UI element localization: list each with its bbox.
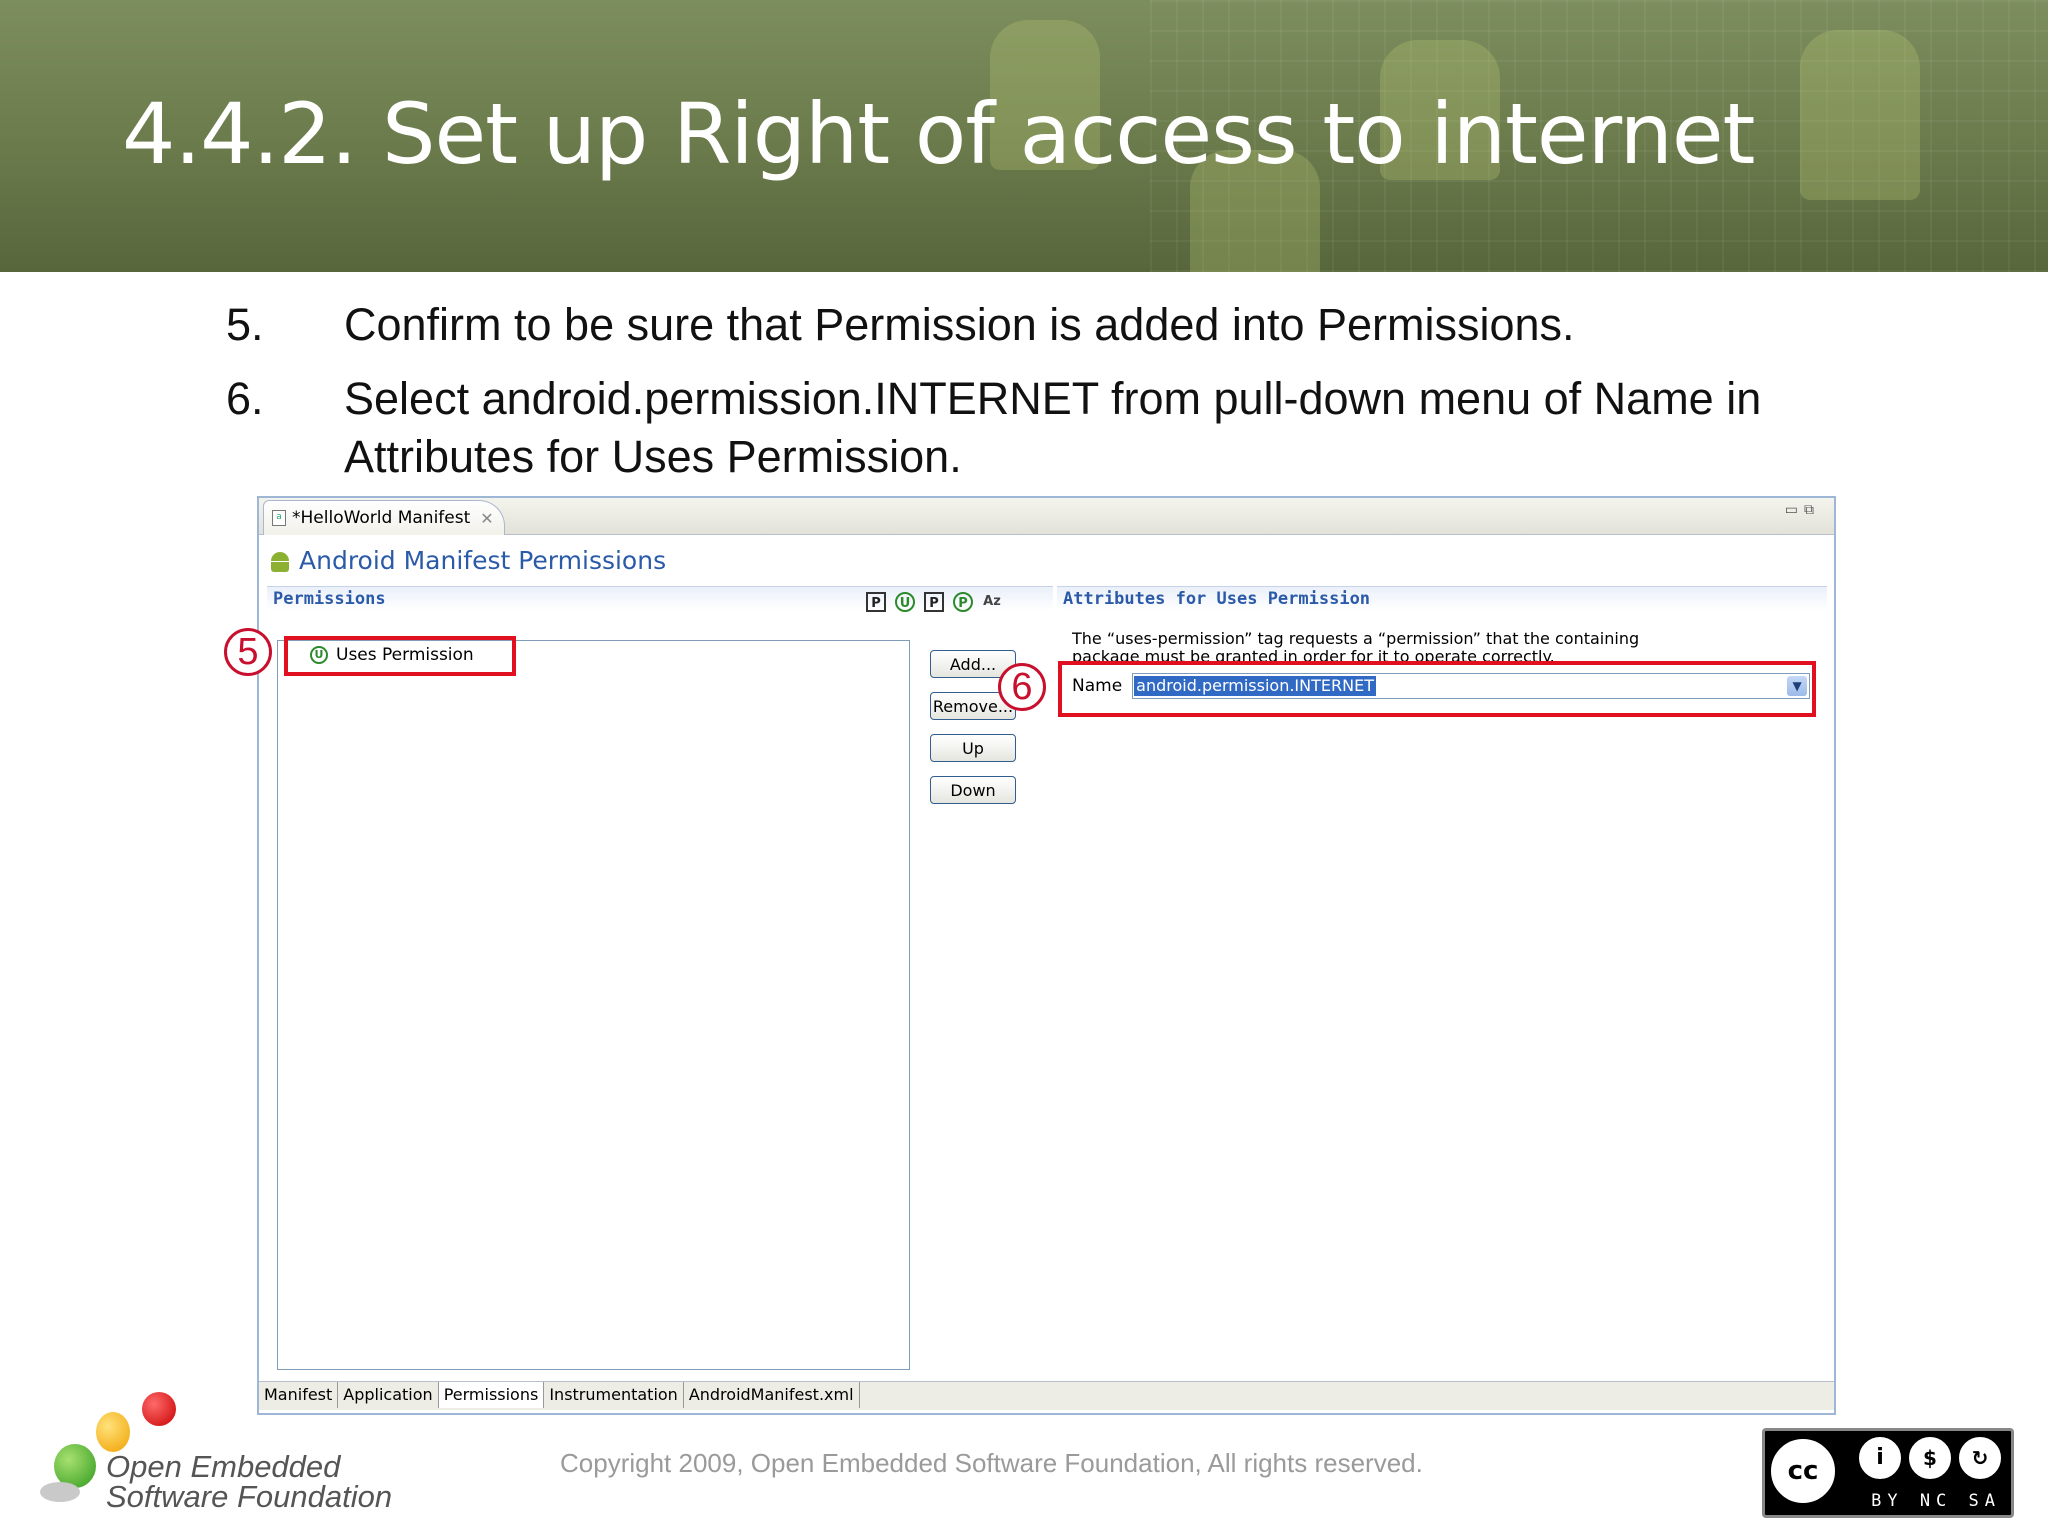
- tab-android-manifest-xml[interactable]: AndroidManifest.xml: [684, 1382, 860, 1408]
- manifest-editor-window: a *HelloWorld Manifest ✕ ▭⧉ Android Mani…: [257, 496, 1836, 1415]
- add-permission-tree-icon[interactable]: P: [953, 592, 973, 612]
- page-header: Android Manifest Permissions: [269, 546, 666, 575]
- attribution-icon: i: [1859, 1437, 1901, 1479]
- sort-az-icon[interactable]: Az: [982, 592, 1002, 612]
- step-list: 5. Confirm to be sure that Permission is…: [226, 296, 1826, 502]
- title-banner: 4.4.2. Set up Right of access to interne…: [0, 0, 2048, 272]
- editor-tab-title: *HelloWorld Manifest: [292, 508, 471, 528]
- attributes-section-header: Attributes for Uses Permission: [1057, 586, 1827, 611]
- tab-permissions[interactable]: Permissions: [438, 1382, 545, 1408]
- cc-license-badge: cc i $ ↻ BY NC SA: [1762, 1428, 2014, 1518]
- highlight-uses-permission: [284, 636, 516, 676]
- window-controls: ▭⧉: [1785, 502, 1820, 518]
- noncommercial-icon: $: [1909, 1437, 1951, 1479]
- highlight-name-field: [1058, 661, 1816, 717]
- editor-tab[interactable]: a *HelloWorld Manifest ✕: [263, 500, 505, 535]
- attributes-description: The “uses-permission” tag requests a “pe…: [1072, 630, 1640, 664]
- step-text: Select android.permission.INTERNET from …: [344, 373, 1762, 482]
- down-button[interactable]: Down: [930, 776, 1016, 804]
- callout-step-6: 6: [998, 663, 1046, 711]
- banner-android-decoration: [1800, 30, 1920, 200]
- page-title: Android Manifest Permissions: [299, 546, 667, 575]
- step-number: 6.: [226, 373, 264, 424]
- step-number: 5.: [226, 299, 264, 350]
- editor-page-tabs: Manifest Application Permissions Instrum…: [259, 1381, 1834, 1410]
- step-item: 5. Confirm to be sure that Permission is…: [226, 296, 1826, 354]
- permissions-toolbar: P U P P Az: [866, 592, 1002, 612]
- sharealike-icon: ↻: [1959, 1437, 2001, 1479]
- close-icon[interactable]: ✕: [480, 509, 493, 528]
- up-button[interactable]: Up: [930, 734, 1016, 762]
- add-permission-group-icon[interactable]: P: [924, 592, 944, 612]
- cc-icon: cc: [1771, 1439, 1835, 1503]
- callout-step-5: 5: [224, 628, 272, 676]
- editor-tab-bar: a *HelloWorld Manifest ✕ ▭⧉: [259, 498, 1834, 535]
- add-uses-permission-icon[interactable]: U: [895, 592, 915, 612]
- android-icon: [269, 550, 291, 572]
- step-item: 6. Select android.permission.INTERNET fr…: [226, 370, 1826, 486]
- logo-text: Open Embedded Software Foundation: [106, 1449, 393, 1514]
- step-text: Confirm to be sure that Permission is ad…: [344, 299, 1575, 350]
- oesf-logo: Open Embedded Software Foundation: [38, 1392, 398, 1522]
- copyright-text: Copyright 2009, Open Embedded Software F…: [560, 1448, 1423, 1478]
- restore-icon[interactable]: ⧉: [1804, 502, 1820, 518]
- permissions-tree[interactable]: U Uses Permission: [277, 640, 910, 1370]
- file-icon: a: [272, 510, 286, 526]
- add-permission-icon[interactable]: P: [866, 592, 886, 612]
- slide-title: 4.4.2. Set up Right of access to interne…: [122, 85, 1755, 183]
- license-labels: BY NC SA: [1871, 1491, 2001, 1511]
- minimize-icon[interactable]: ▭: [1785, 502, 1804, 518]
- tab-instrumentation[interactable]: Instrumentation: [544, 1382, 684, 1408]
